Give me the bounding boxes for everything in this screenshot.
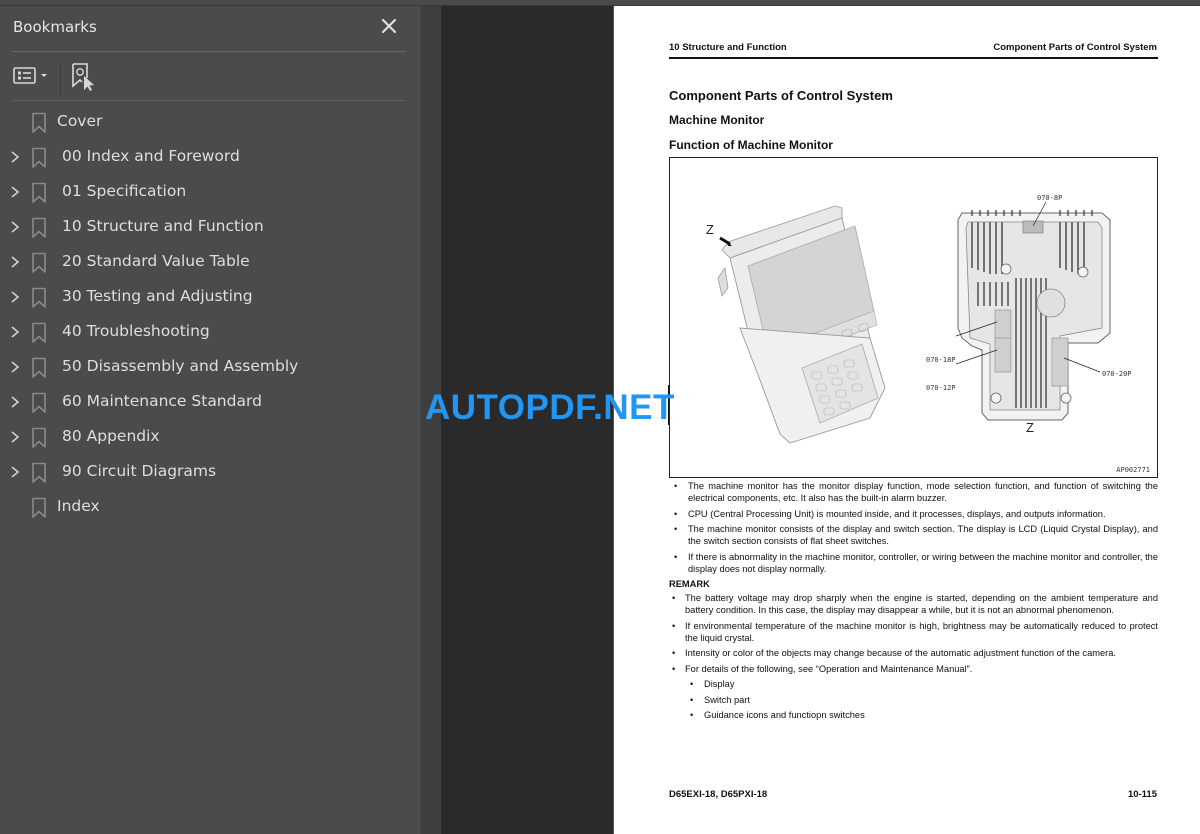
bookmark-icon bbox=[31, 497, 47, 519]
bookmark-icon bbox=[31, 392, 47, 414]
connector-label: 070-12P bbox=[926, 384, 956, 392]
options-menu-button[interactable] bbox=[13, 66, 53, 86]
page-subtitle: Machine Monitor bbox=[669, 113, 765, 127]
view-label-z-bottom: Z bbox=[1026, 420, 1034, 435]
divider bbox=[12, 100, 406, 101]
connector-label: 070-20P bbox=[1102, 370, 1132, 378]
header-rule bbox=[669, 57, 1158, 59]
bookmark-item[interactable]: 20 Standard Value Table bbox=[0, 245, 420, 280]
remark-item: For details of the following, see “Opera… bbox=[669, 663, 1158, 675]
remark-item: Intensity or color of the objects may ch… bbox=[669, 647, 1158, 659]
bookmark-icon bbox=[31, 252, 47, 274]
remark-item: The battery voltage may drop sharply whe… bbox=[669, 592, 1158, 616]
chevron-right-icon[interactable] bbox=[8, 149, 22, 165]
bookmark-label: 20 Standard Value Table bbox=[62, 252, 250, 270]
bookmark-icon bbox=[31, 217, 47, 239]
panel-title: Bookmarks bbox=[13, 18, 97, 36]
chevron-right-icon[interactable] bbox=[8, 289, 22, 305]
bookmarks-panel: Bookmarks Cover 00 Index and Foreword 01… bbox=[0, 6, 421, 834]
bookmark-icon bbox=[31, 357, 47, 379]
bookmark-label: 00 Index and Foreword bbox=[62, 147, 240, 165]
bookmark-icon bbox=[31, 462, 47, 484]
bookmark-icon bbox=[31, 112, 47, 134]
bookmark-label: 10 Structure and Function bbox=[62, 217, 264, 235]
machine-monitor-figure: Z 070-8P 070-18P 070-12P 070-20P Z AP002… bbox=[669, 157, 1158, 478]
bullet-item: CPU (Central Processing Unit) is mounted… bbox=[669, 508, 1158, 520]
list-options-icon bbox=[13, 67, 53, 90]
divider bbox=[12, 51, 406, 52]
bookmark-icon bbox=[31, 427, 47, 449]
chevron-right-icon[interactable] bbox=[8, 394, 22, 410]
chevron-right-icon[interactable] bbox=[8, 254, 22, 270]
sub-item: Guidance icons and functiopn switches bbox=[669, 709, 1158, 721]
bookmark-label: 40 Troubleshooting bbox=[62, 322, 210, 340]
remark-item: If environmental temperature of the mach… bbox=[669, 620, 1158, 644]
bookmark-item[interactable]: 40 Troubleshooting bbox=[0, 315, 420, 350]
page-number: 10-115 bbox=[1127, 789, 1157, 800]
bookmark-label: Index bbox=[57, 497, 100, 515]
footer-model: D65EXI-18, D65PXI-18 bbox=[669, 789, 768, 800]
sub-item: Display bbox=[669, 678, 1158, 690]
bookmark-label: 80 Appendix bbox=[62, 427, 160, 445]
bookmark-item[interactable]: 00 Index and Foreword bbox=[0, 140, 420, 175]
section-heading: Function of Machine Monitor bbox=[669, 138, 833, 152]
bullet-item: If there is abnormality in the machine m… bbox=[669, 551, 1158, 575]
running-header-chapter: 10 Structure and Function bbox=[669, 42, 787, 53]
bookmark-label: 50 Disassembly and Assembly bbox=[62, 357, 299, 375]
monitor-rear-view-illustration bbox=[955, 201, 1111, 421]
connector-label: 070-8P bbox=[1037, 194, 1063, 202]
running-header-section: Component Parts of Control System bbox=[993, 42, 1157, 53]
watermark: AUTOPDF.NET bbox=[425, 388, 675, 427]
bullet-item: The machine monitor consists of the disp… bbox=[669, 523, 1158, 547]
bookmark-list: Cover 00 Index and Foreword 01 Specificati… bbox=[0, 105, 420, 525]
bullet-item: The machine monitor has the monitor disp… bbox=[669, 480, 1158, 504]
bookmark-item[interactable]: 01 Specification bbox=[0, 175, 420, 210]
figure-code: AP002771 bbox=[1116, 466, 1150, 474]
remark-heading: REMARK bbox=[669, 579, 710, 589]
bookmark-item[interactable]: 30 Testing and Adjusting bbox=[0, 280, 420, 315]
close-icon[interactable] bbox=[379, 16, 399, 36]
find-current-bookmark-icon bbox=[71, 63, 97, 96]
bookmark-item[interactable]: Index bbox=[0, 490, 420, 525]
bookmark-icon bbox=[31, 322, 47, 344]
bookmark-item[interactable]: 90 Circuit Diagrams bbox=[0, 455, 420, 490]
chevron-right-icon[interactable] bbox=[8, 429, 22, 445]
bookmark-icon bbox=[31, 287, 47, 309]
bookmark-item[interactable]: 60 Maintenance Standard bbox=[0, 385, 420, 420]
sub-item: Switch part bbox=[669, 694, 1158, 706]
bookmark-label: Cover bbox=[57, 112, 103, 130]
bookmark-item[interactable]: Cover bbox=[0, 105, 420, 140]
bookmark-icon bbox=[31, 147, 47, 169]
bookmark-label: 01 Specification bbox=[62, 182, 187, 200]
bookmark-item[interactable]: 50 Disassembly and Assembly bbox=[0, 350, 420, 385]
bookmark-item[interactable]: 10 Structure and Function bbox=[0, 210, 420, 245]
chevron-right-icon[interactable] bbox=[8, 464, 22, 480]
page-title: Component Parts of Control System bbox=[669, 88, 893, 103]
find-current-bookmark-button[interactable] bbox=[71, 62, 97, 92]
chevron-right-icon[interactable] bbox=[8, 184, 22, 200]
connector-label: 070-18P bbox=[926, 356, 956, 364]
chevron-right-icon[interactable] bbox=[8, 359, 22, 375]
bookmark-label: 90 Circuit Diagrams bbox=[62, 462, 217, 480]
chevron-right-icon[interactable] bbox=[8, 219, 22, 235]
chevron-right-icon[interactable] bbox=[8, 324, 22, 340]
toolbar-separator bbox=[60, 64, 61, 96]
bookmark-label: 60 Maintenance Standard bbox=[62, 392, 262, 410]
body-text: The machine monitor has the monitor disp… bbox=[669, 480, 1158, 725]
bookmark-icon bbox=[31, 182, 47, 204]
bookmark-item[interactable]: 80 Appendix bbox=[0, 420, 420, 455]
monitor-perspective-illustration bbox=[717, 205, 886, 444]
view-label-z: Z bbox=[706, 222, 714, 237]
bookmark-label: 30 Testing and Adjusting bbox=[62, 287, 253, 305]
pdf-page: 10 Structure and Function Component Part… bbox=[613, 6, 1200, 834]
